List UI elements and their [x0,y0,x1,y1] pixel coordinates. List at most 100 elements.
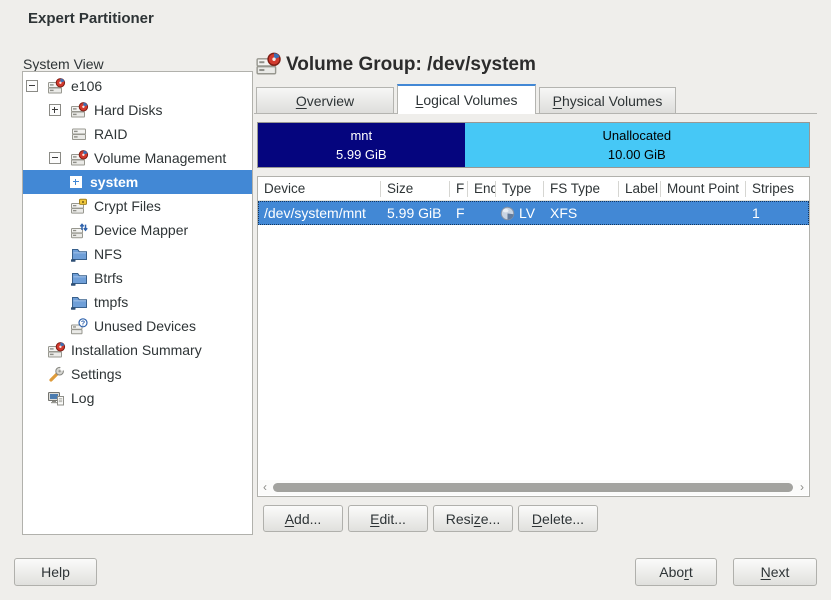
next-button[interactable]: Next [733,558,817,586]
abort-button[interactable]: Abort [635,558,717,586]
help-button[interactable]: Help [14,558,97,586]
tab-label: Logical Volumes [416,92,518,108]
column-header-stripes[interactable]: Stripes [746,181,809,197]
network-folder-icon [69,245,89,263]
lv-icon [500,206,515,221]
column-header-fs-type[interactable]: FS Type [544,181,619,197]
tab-physical-volumes[interactable]: Physical Volumes [539,87,676,114]
sidebar-item-volume-management[interactable]: Volume Management [23,146,252,170]
sidebar-item-label: Crypt Files [94,198,161,214]
sidebar-item-label: RAID [94,126,127,142]
sidebar-item-label: system [90,174,138,190]
scrollbar-thumb[interactable] [273,483,793,492]
sidebar-item-unused-devices[interactable]: ? Unused Devices [23,314,252,338]
collapse-expander-icon[interactable] [49,152,61,164]
tab-overview[interactable]: Overview [256,87,394,114]
sidebar-item-hard-disks[interactable]: Hard Disks [23,98,252,122]
sidebar-item-device-mapper[interactable]: Device Mapper [23,218,252,242]
segment-size: 10.00 GiB [608,145,666,165]
column-header-f[interactable]: F [450,181,468,197]
sidebar-item-label: tmpfs [94,294,128,310]
sidebar-item-system[interactable]: system [23,170,252,194]
sidebar-item-tmpfs[interactable]: tmpfs [23,290,252,314]
sidebar-item-settings[interactable]: Settings [23,362,252,386]
horizontal-scrollbar[interactable]: ‹ › [259,480,808,495]
sidebar-item-installation-summary[interactable]: Installation Summary [23,338,252,362]
usage-segment-unallocated: Unallocated 10.00 GiB [465,123,809,167]
add-button-label: Add... [285,511,322,527]
network-folder-icon [69,269,89,287]
hard-disk-red-disc-icon [69,101,89,119]
tab-logical-volumes[interactable]: Logical Volumes [397,84,536,114]
volume-usage-bar: mnt 5.99 GiB Unallocated 10.00 GiB [257,122,810,168]
next-button-label: Next [761,564,790,580]
scroll-right-icon[interactable]: › [796,480,808,495]
sidebar-item-label: Settings [71,366,122,382]
sidebar-item-label: e106 [71,78,102,94]
cell-device: /dev/system/mnt [258,205,381,221]
cell-size: 5.99 GiB [381,205,450,221]
scroll-left-icon[interactable]: ‹ [259,480,271,495]
cell-f: F [450,205,468,221]
sidebar-item-label: Log [71,390,94,406]
scrollbar-track[interactable] [271,480,796,495]
table-row[interactable]: /dev/system/mnt 5.99 GiB F LV XFS 1 [258,201,809,225]
column-header-device[interactable]: Device [258,181,381,197]
hard-disk-red-disc-icon [69,149,89,167]
unused-devices-question-icon: ? [69,317,89,335]
svg-text:?: ? [80,320,84,327]
hard-disk-red-disc-icon [46,341,66,359]
volume-group-icon [255,52,282,77]
hard-disk-red-disc-icon [46,77,66,95]
edit-button[interactable]: Edit... [348,505,428,532]
sidebar-item-label: Device Mapper [94,222,188,238]
page-heading: Volume Group: /dev/system [286,54,536,76]
expand-expander-icon[interactable] [70,176,82,188]
abort-button-label: Abort [659,564,692,580]
sidebar-item-crypt-files[interactable]: Crypt Files [23,194,252,218]
device-mapper-icon [69,221,89,239]
log-monitor-icon [46,389,66,407]
column-header-enc[interactable]: Enc [468,181,496,197]
column-header-label[interactable]: Label [619,181,661,197]
expand-expander-icon[interactable] [49,104,61,116]
logical-volumes-table: Device Size F Enc Type FS Type Label Mou… [257,176,810,497]
delete-button-label: Delete... [532,511,584,527]
sidebar-item-label: Hard Disks [94,102,162,118]
cell-type: LV [496,205,544,221]
network-folder-icon [69,293,89,311]
sidebar-item-label: Volume Management [94,150,226,166]
cell-type-text: LV [519,205,535,221]
sidebar-item-label: Unused Devices [94,318,196,334]
sidebar-item-nfs[interactable]: NFS [23,242,252,266]
segment-size: 5.99 GiB [336,145,387,165]
delete-button[interactable]: Delete... [518,505,598,532]
sidebar-item-e106[interactable]: e106 [23,74,252,98]
system-view-label: System View [23,56,104,72]
help-button-label: Help [41,564,70,580]
add-button[interactable]: Add... [263,505,343,532]
cell-fs-type: XFS [544,205,619,221]
table-header: Device Size F Enc Type FS Type Label Mou… [258,177,809,201]
usage-segment-mnt: mnt 5.99 GiB [258,123,465,167]
segment-label: Unallocated [602,126,671,146]
sidebar-item-btrfs[interactable]: Btrfs [23,266,252,290]
column-header-size[interactable]: Size [381,181,450,197]
resize-button[interactable]: Resize... [433,505,513,532]
column-header-type[interactable]: Type [496,181,544,197]
edit-button-label: Edit... [370,511,406,527]
sidebar-item-label: NFS [94,246,122,262]
tab-label: Physical Volumes [553,93,663,109]
system-view-tree: e106 Hard Disks RAID Volume Management s… [22,71,253,535]
sidebar-item-label: Installation Summary [71,342,202,358]
cell-stripes: 1 [746,205,809,221]
segment-label: mnt [350,126,372,146]
hard-disk-icon [69,125,89,143]
sidebar-item-raid[interactable]: RAID [23,122,252,146]
tab-label: Overview [296,93,354,109]
column-header-mount-point[interactable]: Mount Point [661,181,746,197]
collapse-expander-icon[interactable] [26,80,38,92]
wrench-icon [46,365,66,383]
sidebar-item-log[interactable]: Log [23,386,252,410]
page-title: Expert Partitioner [28,10,154,27]
